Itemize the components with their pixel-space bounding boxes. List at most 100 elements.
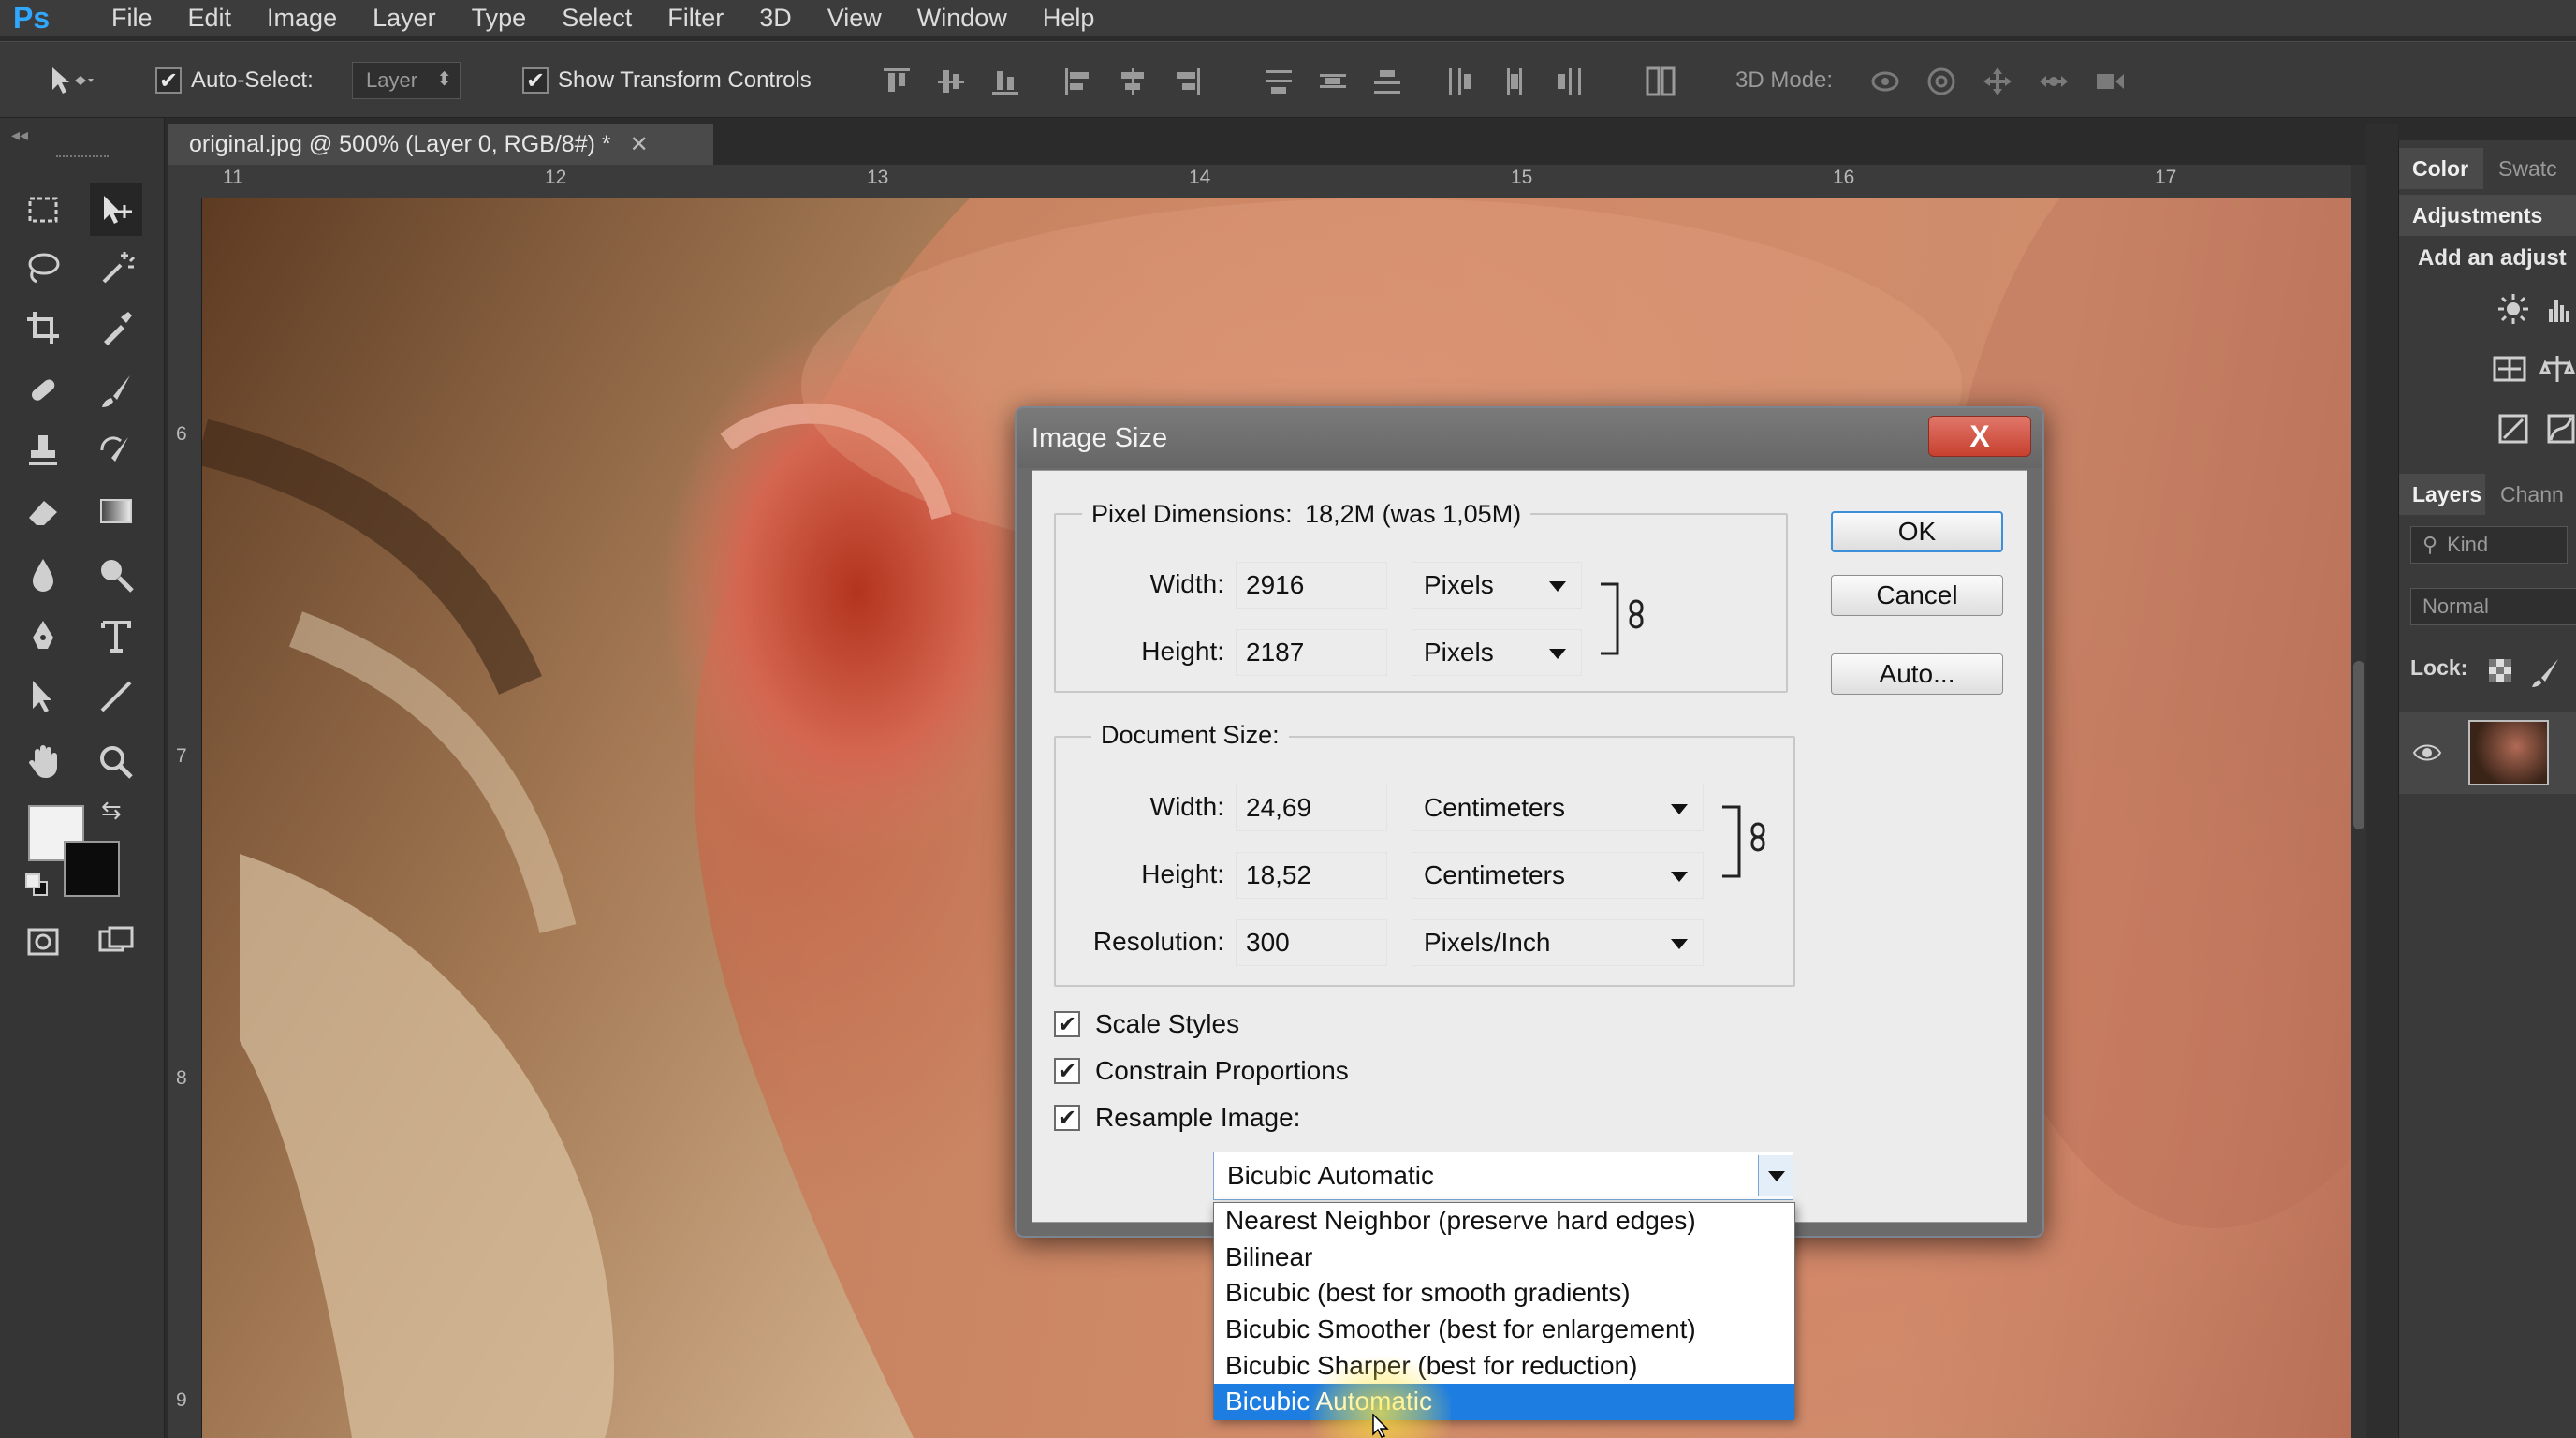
align-bottom-icon[interactable] xyxy=(988,65,1022,98)
align-left-icon[interactable] xyxy=(1061,65,1095,98)
resample-image-checkbox[interactable]: ✔ xyxy=(1054,1105,1080,1131)
pixel-height-input[interactable]: 2187 xyxy=(1236,629,1387,676)
crop-tool-icon[interactable] xyxy=(17,301,69,354)
eraser-tool-icon[interactable] xyxy=(17,485,69,537)
history-brush-tool-icon[interactable] xyxy=(90,425,142,477)
3d-pan-icon[interactable] xyxy=(1981,65,2014,98)
cancel-button[interactable]: Cancel xyxy=(1831,575,2003,616)
tab-layers[interactable]: Layers xyxy=(2399,474,2485,515)
close-document-icon[interactable]: ✕ xyxy=(630,131,649,158)
pixel-width-input[interactable]: 2916 xyxy=(1236,562,1387,609)
doc-width-input[interactable]: 24,69 xyxy=(1236,785,1387,831)
balance-icon[interactable] xyxy=(2539,352,2576,386)
resample-option[interactable]: Bicubic Automatic xyxy=(1214,1383,1794,1420)
distribute-vcenter-icon[interactable] xyxy=(1316,65,1350,98)
menu-file[interactable]: File xyxy=(94,4,170,32)
lasso-tool-icon[interactable] xyxy=(17,242,69,294)
resample-option[interactable]: Bicubic (best for smooth gradients) xyxy=(1214,1275,1794,1312)
3d-slide-icon[interactable] xyxy=(2037,65,2071,98)
align-hcenter-icon[interactable] xyxy=(1116,65,1149,98)
tab-channels[interactable]: Chann xyxy=(2487,474,2576,515)
move-tool-preset-icon[interactable] xyxy=(47,42,94,119)
3d-roll-icon[interactable] xyxy=(1925,65,1958,98)
brightness-icon[interactable] xyxy=(2496,292,2530,326)
healing-brush-tool-icon[interactable] xyxy=(17,365,69,418)
lock-transparency-icon[interactable] xyxy=(2487,657,2513,683)
show-transform-checkbox[interactable]: ✔ xyxy=(522,67,549,94)
distribute-hcenter-icon[interactable] xyxy=(1498,65,1531,98)
type-tool-icon[interactable] xyxy=(90,610,142,663)
constrain-proportions-checkbox[interactable]: ✔ xyxy=(1054,1058,1080,1084)
scale-styles-row[interactable]: ✔ Scale Styles xyxy=(1054,1009,1239,1039)
layer-filter-kind-select[interactable]: ⚲ Kind xyxy=(2410,526,2568,564)
scale-styles-checkbox[interactable]: ✔ xyxy=(1054,1011,1080,1037)
menu-edit[interactable]: Edit xyxy=(170,4,250,32)
resample-method-select[interactable]: Bicubic Automatic xyxy=(1213,1152,1793,1200)
resample-option[interactable]: Bilinear xyxy=(1214,1240,1794,1276)
menu-view[interactable]: View xyxy=(810,4,900,32)
layer-row[interactable] xyxy=(2399,712,2576,794)
auto-button[interactable]: Auto... xyxy=(1831,653,2003,695)
distribute-left-icon[interactable] xyxy=(1443,65,1477,98)
zoom-tool-icon[interactable] xyxy=(90,736,142,788)
menu-layer[interactable]: Layer xyxy=(355,4,454,32)
screen-mode-icon[interactable] xyxy=(90,916,142,968)
menu-3d[interactable]: 3D xyxy=(741,4,810,32)
ok-button[interactable]: OK xyxy=(1831,511,2003,552)
eyedropper-tool-icon[interactable] xyxy=(90,301,142,354)
blur-tool-icon[interactable] xyxy=(17,549,69,601)
background-color-swatch[interactable] xyxy=(64,841,120,897)
document-tab[interactable]: original.jpg @ 500% (Layer 0, RGB/8#) * … xyxy=(168,124,713,165)
resample-option[interactable]: Nearest Neighbor (preserve hard edges) xyxy=(1214,1203,1794,1240)
brush-tool-icon[interactable] xyxy=(90,365,142,418)
curves-icon[interactable] xyxy=(2547,412,2575,446)
3d-scale-icon[interactable] xyxy=(2093,65,2127,98)
tab-color[interactable]: Color xyxy=(2399,148,2483,189)
blend-mode-select[interactable]: Normal xyxy=(2410,588,2576,625)
distribute-top-icon[interactable] xyxy=(1262,65,1295,98)
align-right-icon[interactable] xyxy=(1170,65,1204,98)
marquee-tool-icon[interactable] xyxy=(17,183,69,236)
resample-image-row[interactable]: ✔ Resample Image: xyxy=(1054,1103,1300,1133)
line-tool-icon[interactable] xyxy=(90,670,142,723)
path-selection-tool-icon[interactable] xyxy=(17,670,69,723)
auto-align-layers-icon[interactable] xyxy=(1644,65,1677,98)
menu-select[interactable]: Select xyxy=(544,4,650,32)
default-colors-icon[interactable] xyxy=(24,873,49,897)
lock-pixels-icon[interactable] xyxy=(2530,655,2562,687)
tab-swatches[interactable]: Swatc xyxy=(2485,148,2576,189)
toolbox-collapse-icon[interactable]: ◂◂ xyxy=(11,125,28,145)
move-tool-icon[interactable] xyxy=(90,183,142,236)
gradient-tool-icon[interactable] xyxy=(90,485,142,537)
dodge-tool-icon[interactable] xyxy=(90,549,142,601)
dialog-close-button[interactable]: X xyxy=(1928,416,2031,457)
menu-type[interactable]: Type xyxy=(454,4,545,32)
exposure-icon[interactable] xyxy=(2491,352,2528,386)
canvas-vertical-scrollbar[interactable] xyxy=(2351,165,2366,1438)
scrollbar-thumb[interactable] xyxy=(2353,661,2364,829)
dialog-titlebar[interactable]: Image Size X xyxy=(1017,408,2042,468)
doc-width-unit-select[interactable]: Centimeters xyxy=(1412,785,1704,831)
chevron-down-icon[interactable] xyxy=(1758,1155,1793,1196)
pixel-width-unit-select[interactable]: Pixels xyxy=(1412,562,1582,609)
visibility-eye-icon[interactable] xyxy=(2412,739,2442,767)
resample-option[interactable]: Bicubic Sharper (best for reduction) xyxy=(1214,1347,1794,1384)
auto-select-checkbox[interactable]: ✔ xyxy=(155,67,182,94)
menu-filter[interactable]: Filter xyxy=(650,4,741,32)
doc-height-input[interactable]: 18,52 xyxy=(1236,852,1387,899)
menu-window[interactable]: Window xyxy=(900,4,1025,32)
resample-option[interactable]: Bicubic Smoother (best for enlargement) xyxy=(1214,1312,1794,1348)
levels-icon[interactable] xyxy=(2547,292,2575,326)
quick-mask-icon[interactable] xyxy=(17,916,69,968)
clone-stamp-tool-icon[interactable] xyxy=(17,425,69,477)
resolution-unit-select[interactable]: Pixels/Inch xyxy=(1412,919,1704,966)
auto-select-target-select[interactable]: Layer xyxy=(352,62,461,99)
doc-height-unit-select[interactable]: Centimeters xyxy=(1412,852,1704,899)
pixel-height-unit-select[interactable]: Pixels xyxy=(1412,629,1582,676)
menu-image[interactable]: Image xyxy=(249,4,355,32)
toolbox-grip[interactable] xyxy=(56,155,109,161)
align-vcenter-icon[interactable] xyxy=(934,65,968,98)
photo-filter-icon[interactable] xyxy=(2496,412,2530,446)
tab-adjustments[interactable]: Adjustments xyxy=(2399,195,2576,236)
menu-help[interactable]: Help xyxy=(1025,4,1113,32)
